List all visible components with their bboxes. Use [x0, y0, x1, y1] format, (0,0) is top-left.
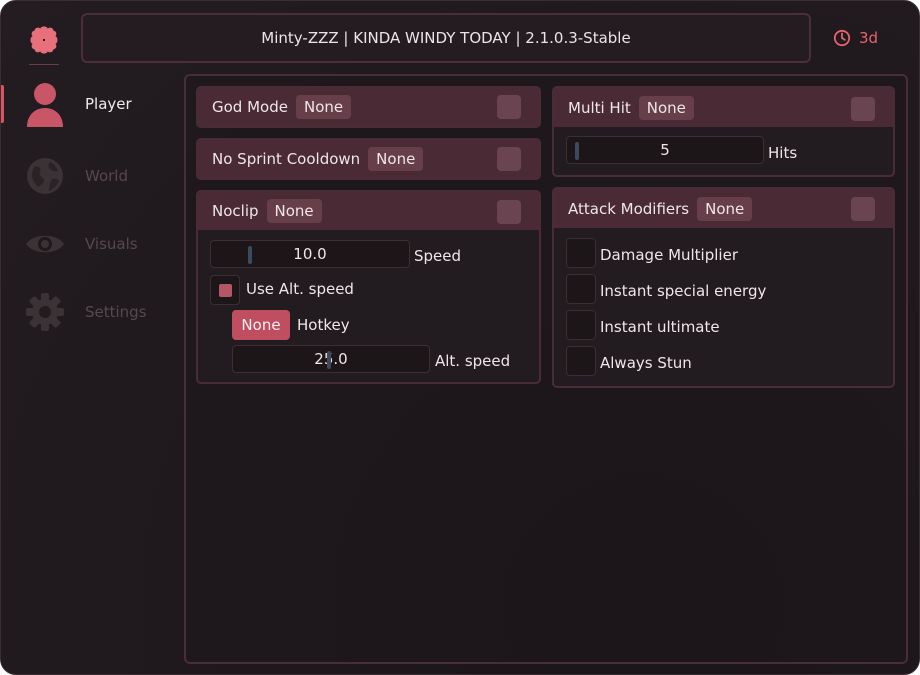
attack-modifiers-hotkey-chip[interactable]: None: [697, 196, 753, 221]
noclip-speed-slider[interactable]: 10.0: [210, 240, 410, 268]
noclip-hotkey-chip[interactable]: None: [266, 199, 322, 223]
no-sprint-title: No Sprint Cooldown: [212, 150, 361, 168]
attack-modifiers-header: Attack Modifiers None: [554, 189, 893, 228]
use-alt-speed-label: Use Alt. speed: [246, 280, 354, 298]
person-icon: [25, 82, 65, 127]
slider-thumb[interactable]: [248, 246, 252, 264]
god-mode-hotkey-chip[interactable]: None: [295, 95, 352, 119]
no-sprint-hotkey-chip[interactable]: None: [368, 147, 424, 171]
hits-value: 5: [660, 141, 670, 159]
attack-modifiers-toggle[interactable]: [851, 197, 875, 221]
hotkey-label: Hotkey: [297, 316, 350, 334]
alt-speed-hotkey-button[interactable]: None: [232, 310, 290, 340]
sidebar-item-settings[interactable]: Settings: [1, 287, 181, 337]
timer-badge: 3d: [833, 27, 878, 49]
noclip-card: Noclip None 10.0 Speed Use Alt. speed No…: [196, 190, 541, 384]
always-stun-checkbox[interactable]: [566, 346, 596, 376]
multi-hit-toggle[interactable]: [851, 97, 875, 121]
noclip-speed-value: 10.0: [293, 245, 327, 263]
gear-icon: [25, 290, 65, 334]
alt-speed-label: Alt. speed: [435, 352, 511, 370]
damage-multiplier-label: Damage Multiplier: [600, 246, 738, 264]
clock-icon: [833, 29, 851, 47]
hits-label: Hits: [768, 144, 798, 162]
attack-modifiers-card: Attack Modifiers None Damage Multiplier …: [552, 187, 895, 388]
slider-thumb[interactable]: [575, 142, 579, 160]
multi-hit-title: Multi Hit: [568, 98, 631, 117]
instant-special-energy-label: Instant special energy: [600, 282, 767, 300]
no-sprint-header: No Sprint Cooldown None: [198, 140, 539, 178]
multi-hit-card: Multi Hit None 5 Hits: [552, 86, 895, 177]
noclip-header: Noclip None: [198, 192, 539, 230]
noclip-title: Noclip: [212, 202, 259, 220]
sidebar-item-label: Player: [85, 95, 132, 113]
damage-multiplier-checkbox[interactable]: [566, 238, 596, 268]
no-sprint-toggle[interactable]: [497, 147, 521, 171]
god-mode-header: God Mode None: [198, 88, 539, 126]
sidebar-item-visuals[interactable]: Visuals: [1, 219, 181, 269]
clover-logo-icon: [30, 26, 58, 54]
logo-divider: [29, 64, 59, 65]
alt-speed-slider[interactable]: 25.0: [232, 345, 430, 373]
eye-icon: [25, 222, 65, 266]
no-sprint-card: No Sprint Cooldown None: [196, 138, 541, 180]
always-stun-label: Always Stun: [600, 354, 692, 372]
god-mode-card: God Mode None: [196, 86, 541, 128]
timer-text: 3d: [859, 29, 879, 47]
multi-hit-header: Multi Hit None: [554, 88, 893, 127]
sidebar-item-label: Settings: [85, 303, 147, 321]
use-alt-speed-checkbox[interactable]: [210, 275, 240, 305]
slider-thumb[interactable]: [327, 351, 331, 369]
sidebar-item-world[interactable]: World: [1, 151, 181, 201]
attack-modifiers-title: Attack Modifiers: [568, 199, 690, 218]
instant-special-energy-checkbox[interactable]: [566, 274, 596, 304]
sidebar-item-player[interactable]: Player: [1, 79, 181, 129]
instant-ultimate-label: Instant ultimate: [600, 318, 720, 336]
sidebar-item-label: World: [85, 167, 128, 185]
multi-hit-hotkey-chip[interactable]: None: [638, 95, 694, 120]
god-mode-toggle[interactable]: [497, 95, 521, 119]
sidebar-item-label: Visuals: [85, 235, 138, 253]
hits-slider[interactable]: 5: [566, 136, 764, 164]
title-bar: Minty-ZZZ | KINDA WINDY TODAY | 2.1.0.3-…: [81, 13, 811, 63]
app-title: Minty-ZZZ | KINDA WINDY TODAY | 2.1.0.3-…: [261, 29, 631, 47]
noclip-toggle[interactable]: [497, 200, 521, 224]
alt-speed-value: 25.0: [314, 350, 348, 368]
instant-ultimate-checkbox[interactable]: [566, 310, 596, 340]
globe-icon: [25, 154, 65, 198]
god-mode-title: God Mode: [212, 98, 288, 116]
noclip-speed-label: Speed: [414, 247, 462, 265]
app-window: Minty-ZZZ | KINDA WINDY TODAY | 2.1.0.3-…: [0, 0, 920, 675]
